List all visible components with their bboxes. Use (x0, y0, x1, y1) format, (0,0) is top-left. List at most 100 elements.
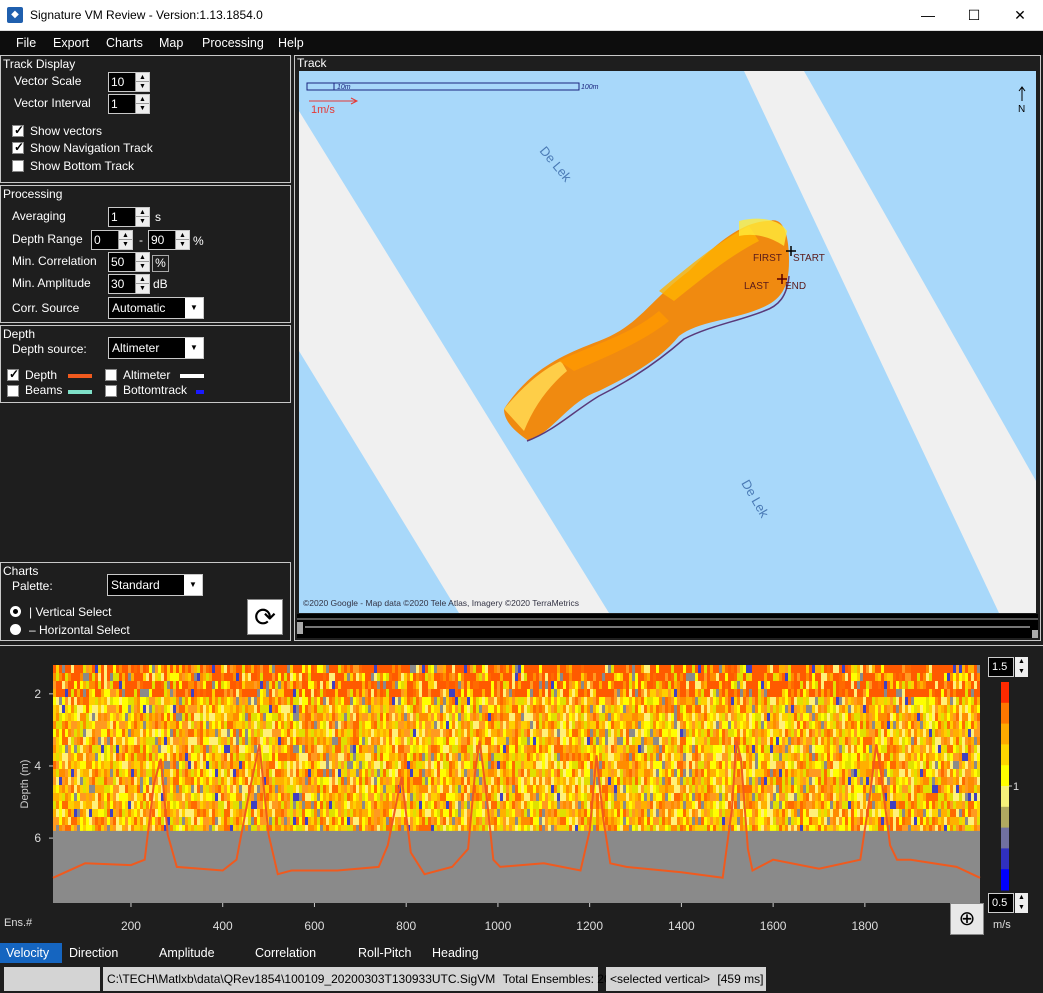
palette-select[interactable]: Standard ▼ (107, 574, 203, 596)
heatmap-cell (113, 785, 116, 793)
chevron-down-icon[interactable]: ▼ (119, 240, 132, 249)
slider-handle-left[interactable] (297, 622, 303, 634)
heatmap-cell (350, 681, 353, 689)
heatmap-cell (629, 737, 632, 745)
heatmap-cell (242, 793, 245, 801)
averaging-spinner[interactable]: 1 ▲ ▼ (108, 207, 150, 227)
heatmap-cell (236, 817, 239, 825)
chevron-down-icon[interactable]: ▼ (136, 82, 149, 91)
chevron-up-icon[interactable]: ▲ (119, 231, 132, 240)
heatmap-cell (740, 721, 743, 729)
heatmap-cell (632, 753, 635, 761)
menu-processing[interactable]: Processing (202, 36, 264, 50)
min-correlation-spinner[interactable]: 50 ▲ ▼ (108, 252, 150, 272)
heatmap-cell (212, 729, 215, 737)
bottomtrack-checkbox[interactable] (105, 385, 117, 397)
menu-file[interactable]: File (16, 36, 36, 50)
show-vectors-checkbox[interactable] (12, 123, 24, 137)
chevron-down-icon[interactable]: ▼ (136, 262, 149, 271)
heatmap-cell (341, 681, 344, 689)
heatmap-cell (281, 689, 284, 697)
heatmap-cell (341, 753, 344, 761)
chevron-up-icon[interactable]: ▲ (176, 231, 189, 240)
chevron-up-icon[interactable]: ▲ (136, 95, 149, 104)
heatmap-cell (338, 713, 341, 721)
chevron-down-icon[interactable]: ▼ (136, 104, 149, 113)
refresh-button[interactable]: ⟳ (247, 599, 283, 635)
horizontal-select-radio[interactable] (10, 624, 21, 635)
heatmap-cell (143, 745, 146, 753)
heatmap-cell (200, 705, 203, 713)
heatmap-cell (395, 705, 398, 713)
heatmap-cell (605, 681, 608, 689)
heatmap-cell (302, 681, 305, 689)
chevron-up-icon[interactable]: ▲ (136, 253, 149, 262)
heatmap-cell (626, 729, 629, 737)
heatmap-cell (80, 801, 83, 809)
depth-source-select[interactable]: Altimeter ▼ (108, 337, 204, 359)
heatmap-cell (452, 697, 455, 705)
altimeter-checkbox[interactable] (105, 369, 117, 381)
heatmap-cell (656, 721, 659, 729)
heatmap-cell (86, 777, 89, 785)
time-slider[interactable] (297, 614, 1038, 638)
depth-min-spinner[interactable]: 0 ▲ ▼ (91, 230, 133, 250)
heatmap-cell (146, 801, 149, 809)
min-amplitude-spinner[interactable]: 30 ▲ ▼ (108, 274, 150, 294)
minimize-button[interactable]: — (905, 0, 951, 31)
heatmap-cell (533, 785, 536, 793)
heatmap-cell (158, 713, 161, 721)
heatmap-cell (464, 673, 467, 681)
depth-checkbox[interactable] (7, 367, 19, 381)
maximize-button[interactable]: ☐ (951, 0, 997, 31)
vector-scale-spinner[interactable]: 10 ▲ ▼ (108, 72, 150, 92)
slider-handle-right[interactable] (1032, 630, 1038, 638)
heatmap-cell (737, 697, 740, 705)
heatmap-cell (599, 745, 602, 753)
heatmap-cell (692, 793, 695, 801)
close-button[interactable]: ✕ (997, 0, 1043, 31)
chevron-up-icon[interactable]: ▲ (136, 275, 149, 284)
heatmap-cell (464, 737, 467, 745)
heatmap-cell (248, 761, 251, 769)
chevron-down-icon[interactable]: ▼ (136, 217, 149, 226)
corr-source-select[interactable]: Automatic ▼ (108, 297, 204, 319)
heatmap-cell (53, 697, 56, 705)
menu-help[interactable]: Help (278, 36, 304, 50)
heatmap-cell (569, 713, 572, 721)
menu-export[interactable]: Export (53, 36, 89, 50)
heatmap-cell (140, 689, 143, 697)
heatmap-cell (215, 665, 218, 673)
heatmap-cell (260, 809, 263, 817)
chevron-down-icon[interactable]: ▼ (136, 284, 149, 293)
heatmap-cell (389, 809, 392, 817)
heatmap-cell (542, 785, 545, 793)
heatmap-cell (278, 705, 281, 713)
velocity-heatmap-chart[interactable]: 246Depth (m)200 400 600 800 1000 1200 1400 1600… (0, 646, 1043, 943)
heatmap-cell (449, 785, 452, 793)
heatmap-cell (320, 793, 323, 801)
heatmap-cell (338, 769, 341, 777)
chevron-down-icon[interactable]: ▼ (176, 240, 189, 249)
menu-charts[interactable]: Charts (106, 36, 143, 50)
heatmap-cell (647, 665, 650, 673)
map-view[interactable]: 10m 100m 1m/s N De Lek De Lek FIRST STAR… (299, 71, 1036, 613)
heatmap-cell (632, 809, 635, 817)
heatmap-cell (239, 681, 242, 689)
menu-map[interactable]: Map (159, 36, 183, 50)
chevron-up-icon[interactable]: ▲ (136, 208, 149, 217)
heatmap-cell (677, 761, 680, 769)
heatmap-cell (197, 801, 200, 809)
heatmap-cell (515, 665, 518, 673)
show-bottom-track-checkbox[interactable] (12, 160, 24, 172)
heatmap-cell (560, 793, 563, 801)
depth-max-spinner[interactable]: 90 ▲ ▼ (148, 230, 190, 250)
vertical-select-radio[interactable] (10, 606, 21, 617)
heatmap-cell (572, 777, 575, 785)
show-nav-track-checkbox[interactable] (12, 140, 24, 154)
heatmap-cell (146, 713, 149, 721)
vector-interval-spinner[interactable]: 1 ▲ ▼ (108, 94, 150, 114)
chevron-up-icon[interactable]: ▲ (136, 73, 149, 82)
beams-checkbox[interactable] (7, 385, 19, 397)
heatmap-cell (128, 753, 131, 761)
